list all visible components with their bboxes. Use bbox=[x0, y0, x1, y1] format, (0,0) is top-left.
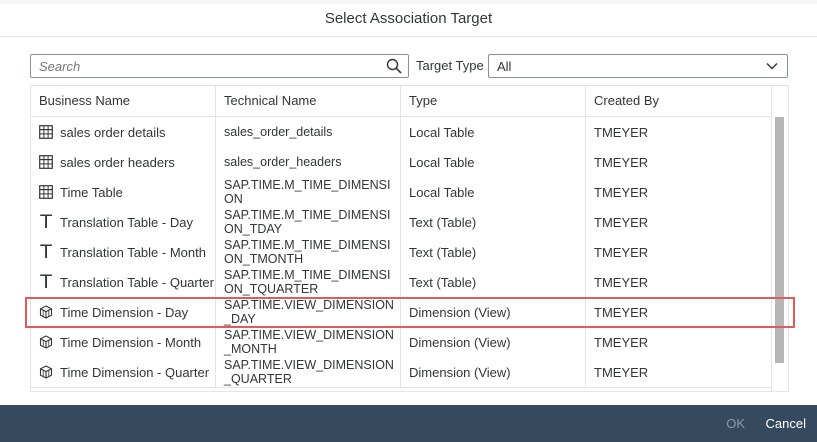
created-by: TMEYER bbox=[586, 117, 772, 147]
object-type: Dimension (View) bbox=[401, 327, 586, 357]
business-name-cell: Time Table bbox=[31, 177, 216, 207]
technical-name: SAP.TIME.M_TIME_DIMENSION bbox=[216, 177, 401, 207]
business-name-cell: sales order headers bbox=[31, 147, 216, 177]
business-name: Translation Table - Month bbox=[60, 244, 206, 260]
table-row[interactable]: T Translation Table - Quarter SAP.TIME.M… bbox=[31, 267, 772, 298]
business-name-cell: T Translation Table - Quarter bbox=[31, 267, 216, 297]
business-name: Translation Table - Quarter bbox=[60, 274, 214, 290]
dialog-header: Select Association Target bbox=[0, 0, 817, 37]
created-by: TMEYER bbox=[586, 207, 772, 237]
column-header-technical-name[interactable]: Technical Name bbox=[216, 86, 401, 116]
table-row[interactable]: Time Table SAP.TIME.M_TIME_DIMENSION Loc… bbox=[31, 177, 772, 208]
table-scrollbar[interactable] bbox=[771, 86, 788, 391]
business-name-cell: Time Dimension - Month bbox=[31, 327, 216, 357]
technical-name: sales_order_details bbox=[216, 117, 401, 147]
cube-icon bbox=[39, 365, 53, 379]
filter-toolbar: Target Type All bbox=[30, 54, 788, 78]
business-name: Time Dimension - Day bbox=[60, 304, 189, 320]
ok-button[interactable]: OK bbox=[726, 416, 745, 431]
business-name-cell: Time Dimension - Quarter bbox=[31, 357, 216, 387]
dialog-title: Select Association Target bbox=[324, 9, 493, 27]
object-type: Dimension (View) bbox=[401, 297, 586, 327]
technical-name: SAP.TIME.M_TIME_DIMENSION_TMONTH bbox=[216, 237, 401, 267]
column-header-type[interactable]: Type bbox=[401, 86, 586, 116]
created-by: TMEYER bbox=[586, 237, 772, 267]
table-icon bbox=[39, 125, 53, 139]
object-type: Text (Table) bbox=[401, 237, 586, 267]
technical-name: SAP.TIME.VIEW_DIMENSION_QUARTER bbox=[216, 357, 401, 387]
target-type-label: Target Type bbox=[416, 58, 484, 73]
created-by: TMEYER bbox=[586, 177, 772, 207]
technical-name: sales_order_headers bbox=[216, 147, 401, 177]
search-input[interactable] bbox=[31, 55, 379, 77]
technical-name: SAP.TIME.M_TIME_DIMENSION_TDAY bbox=[216, 207, 401, 237]
table-row[interactable]: sales order headers sales_order_headers … bbox=[31, 147, 772, 178]
business-name-cell: T Translation Table - Day bbox=[31, 207, 216, 237]
target-type-value: All bbox=[497, 59, 512, 74]
business-name: Translation Table - Day bbox=[60, 214, 193, 230]
table-icon bbox=[39, 155, 53, 169]
business-name: Time Dimension - Quarter bbox=[60, 364, 210, 380]
created-by: TMEYER bbox=[586, 357, 772, 387]
business-name: Time Table bbox=[60, 184, 123, 200]
business-name-cell: T Translation Table - Month bbox=[31, 237, 216, 267]
search-field[interactable] bbox=[30, 54, 409, 78]
object-type: Local Table bbox=[401, 147, 586, 177]
table-row[interactable]: sales order details sales_order_details … bbox=[31, 117, 772, 148]
table-row[interactable]: T Translation Table - Month SAP.TIME.M_T… bbox=[31, 237, 772, 268]
dialog-footer: OK Cancel bbox=[0, 405, 817, 442]
cube-icon bbox=[39, 335, 53, 349]
cancel-button[interactable]: Cancel bbox=[766, 416, 806, 431]
technical-name: SAP.TIME.M_TIME_DIMENSION_TQUARTER bbox=[216, 267, 401, 297]
scrollbar-thumb[interactable] bbox=[775, 117, 784, 363]
text-table-icon: T bbox=[40, 241, 52, 263]
table-row[interactable]: Time Dimension - Month SAP.TIME.VIEW_DIM… bbox=[31, 327, 772, 358]
business-name: sales order details bbox=[60, 124, 166, 140]
table-icon bbox=[39, 185, 53, 199]
target-type-select[interactable]: All bbox=[488, 54, 788, 78]
created-by: TMEYER bbox=[586, 267, 772, 297]
technical-name: SAP.TIME.VIEW_DIMENSION_MONTH bbox=[216, 327, 401, 357]
technical-name: SAP.TIME.VIEW_DIMENSION_DAY bbox=[216, 297, 401, 327]
select-association-target-dialog: Select Association Target Target Type Al… bbox=[0, 0, 817, 442]
column-header-created-by[interactable]: Created By bbox=[586, 86, 772, 116]
object-type: Text (Table) bbox=[401, 207, 586, 237]
chevron-down-icon[interactable] bbox=[765, 59, 779, 73]
business-name: Time Dimension - Month bbox=[60, 334, 202, 350]
table-row[interactable]: T Translation Table - Day SAP.TIME.M_TIM… bbox=[31, 207, 772, 238]
table-header: Business Name Technical Name Type Create… bbox=[31, 86, 772, 117]
table-row[interactable]: Time Dimension - Quarter SAP.TIME.VIEW_D… bbox=[31, 357, 772, 388]
cube-icon bbox=[39, 305, 53, 319]
object-type: Text (Table) bbox=[401, 267, 586, 297]
business-name-cell: Time Dimension - Day bbox=[31, 297, 216, 327]
text-table-icon: T bbox=[40, 271, 52, 293]
text-table-icon: T bbox=[40, 211, 52, 233]
created-by: TMEYER bbox=[586, 327, 772, 357]
business-name-cell: sales order details bbox=[31, 117, 216, 147]
object-type: Local Table bbox=[401, 117, 586, 147]
table-row[interactable]: Time Dimension - Day SAP.TIME.VIEW_DIMEN… bbox=[31, 297, 772, 328]
column-header-business-name[interactable]: Business Name bbox=[31, 86, 216, 116]
created-by: TMEYER bbox=[586, 297, 772, 327]
created-by: TMEYER bbox=[586, 147, 772, 177]
business-name: sales order headers bbox=[60, 154, 175, 170]
object-type: Dimension (View) bbox=[401, 357, 586, 387]
object-type: Local Table bbox=[401, 177, 586, 207]
search-icon[interactable] bbox=[386, 58, 402, 74]
association-target-table: Business Name Technical Name Type Create… bbox=[30, 85, 789, 392]
